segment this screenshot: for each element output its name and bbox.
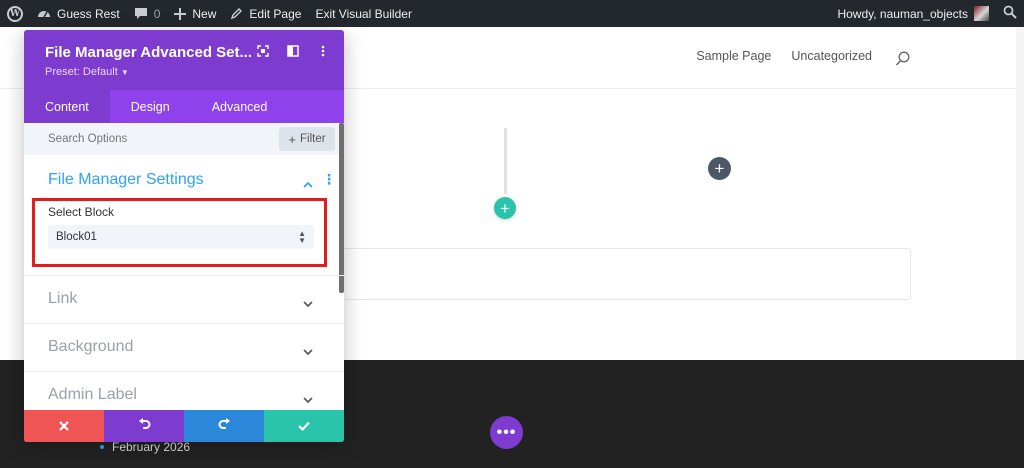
add-module-button[interactable]: + <box>708 157 731 180</box>
split-view-icon[interactable] <box>286 44 300 58</box>
tab-content[interactable]: Content <box>24 90 110 123</box>
undo-icon <box>138 418 151 434</box>
dashboard-icon <box>37 7 51 21</box>
edit-page-link[interactable]: Edit Page <box>223 0 308 27</box>
new-content-link[interactable]: New <box>167 0 223 27</box>
admin-bar: W Guess Rest 0 New Edit Page Exit Visual… <box>0 0 1024 27</box>
redo-icon <box>218 418 231 434</box>
archive-link[interactable]: February 2026 <box>112 440 190 454</box>
section-label: Link <box>48 290 78 307</box>
section-label: Admin Label <box>48 386 137 403</box>
modal-body: File Manager Settings ⋮ Select Block Blo… <box>24 155 344 410</box>
section-toggle-file-manager-settings[interactable]: File Manager Settings <box>48 171 204 189</box>
chevron-down-icon <box>303 295 313 313</box>
chevron-down-icon <box>303 391 313 409</box>
tab-advanced[interactable]: Advanced <box>191 90 289 123</box>
more-dots-icon: ••• <box>496 423 517 441</box>
undo-button[interactable] <box>104 410 184 442</box>
greeting: Howdy, nauman_objects <box>837 6 968 21</box>
preset-selector[interactable]: Preset: Default ▼ <box>45 66 129 78</box>
column-divider <box>504 128 507 194</box>
adminbar-search[interactable] <box>996 0 1024 27</box>
section-label: Background <box>48 338 134 355</box>
pencil-icon <box>230 7 243 20</box>
account-menu[interactable]: Howdy, nauman_objects <box>830 0 996 27</box>
modal-title: File Manager Advanced Set... <box>45 44 253 61</box>
search-options-input[interactable] <box>36 127 266 151</box>
primary-menu: Sample Page Uncategorized <box>696 49 912 63</box>
section-toggle-link[interactable]: Link <box>24 275 344 323</box>
modal-actions <box>24 410 344 442</box>
options-search-bar: + Filter <box>24 123 344 155</box>
edit-page-label: Edit Page <box>249 6 302 21</box>
target-icon[interactable] <box>256 44 270 58</box>
page-settings-button[interactable]: ••• <box>490 416 523 449</box>
section-toggle-background[interactable]: Background <box>24 323 344 371</box>
nav-item-sample-page[interactable]: Sample Page <box>696 49 771 63</box>
kebab-menu-icon[interactable] <box>316 44 330 58</box>
chevron-up-icon[interactable] <box>303 175 313 193</box>
chevron-down-icon <box>303 343 313 361</box>
module-settings-modal: File Manager Advanced Set... Preset: Def… <box>24 30 344 442</box>
plus-icon: + <box>500 198 510 218</box>
header-search-icon[interactable] <box>895 51 910 72</box>
comments-count: 0 <box>153 6 161 21</box>
filter-label: Filter <box>300 133 326 145</box>
plus-icon: + <box>714 159 725 178</box>
comments-link[interactable]: 0 <box>127 0 168 27</box>
plus-icon: + <box>288 131 297 147</box>
modal-tabs: Content Design Advanced <box>24 90 344 123</box>
page-scrollbar[interactable] <box>1016 27 1024 360</box>
search-icon <box>1003 5 1017 22</box>
exit-visual-builder-link[interactable]: Exit Visual Builder <box>308 0 419 27</box>
nav-item-uncategorized[interactable]: Uncategorized <box>791 49 872 63</box>
add-row-button[interactable]: + <box>494 197 516 219</box>
redo-button[interactable] <box>184 410 264 442</box>
highlight-box <box>32 198 327 267</box>
avatar <box>974 6 989 21</box>
site-name: Guess Rest <box>57 6 120 21</box>
wordpress-logo-icon: W <box>7 5 23 22</box>
new-label: New <box>192 6 217 21</box>
filter-button[interactable]: + Filter <box>279 127 335 151</box>
kebab-menu-icon[interactable]: ⋮ <box>322 172 336 186</box>
archive-list-item[interactable]: February 2026 <box>100 440 190 454</box>
plus-icon <box>174 7 187 20</box>
comment-icon <box>134 7 148 20</box>
exit-label: Exit Visual Builder <box>315 6 412 21</box>
save-button[interactable] <box>264 410 344 442</box>
modal-header[interactable]: File Manager Advanced Set... Preset: Def… <box>24 30 344 90</box>
wordpress-menu[interactable]: W <box>0 0 30 27</box>
module-placeholder[interactable] <box>330 248 911 300</box>
caret-down-icon: ▼ <box>120 68 129 77</box>
site-name-link[interactable]: Guess Rest <box>30 0 127 27</box>
check-icon <box>298 418 310 434</box>
discard-button[interactable] <box>24 410 104 442</box>
tab-design[interactable]: Design <box>110 90 191 123</box>
bullet-icon <box>100 445 104 449</box>
close-icon <box>59 418 69 434</box>
